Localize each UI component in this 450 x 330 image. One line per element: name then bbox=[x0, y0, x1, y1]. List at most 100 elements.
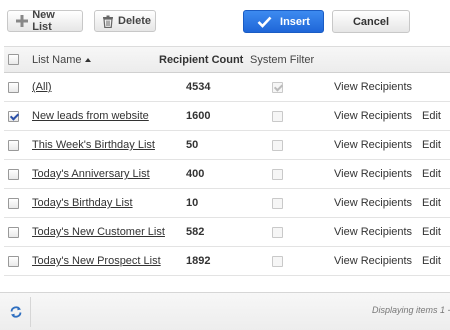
insert-button[interactable]: Insert bbox=[243, 10, 324, 33]
row-checkbox[interactable] bbox=[8, 226, 19, 238]
list-name-link[interactable]: This Week's Birthday List bbox=[32, 139, 155, 151]
recipient-count-cell: 400 bbox=[159, 160, 204, 188]
recipient-list-grid: List Name Recipient Count System Filter … bbox=[4, 46, 450, 276]
table-row[interactable]: New leads from website 1600 View Recipie… bbox=[4, 102, 450, 131]
list-name-cell: Today's Anniversary List bbox=[32, 160, 150, 188]
trash-icon bbox=[102, 14, 114, 28]
recipient-count: 10 bbox=[186, 197, 199, 209]
edit-link[interactable]: Edit bbox=[422, 255, 441, 267]
view-recipients-cell: View Recipients bbox=[334, 160, 412, 188]
recipient-count-header-label: Recipient Count bbox=[159, 53, 244, 66]
edit-cell: Edit bbox=[422, 218, 441, 246]
recipient-count: 1600 bbox=[186, 110, 211, 122]
row-select-cell bbox=[8, 102, 22, 130]
list-name-cell: This Week's Birthday List bbox=[32, 131, 155, 159]
edit-link[interactable]: Edit bbox=[422, 110, 441, 122]
list-name-link[interactable]: Today's Anniversary List bbox=[32, 168, 150, 180]
view-recipients-link[interactable]: View Recipients bbox=[334, 110, 412, 122]
row-select-cell bbox=[8, 247, 22, 275]
table-row[interactable]: Today's New Prospect List 1892 View Reci… bbox=[4, 247, 450, 276]
checkmark-icon bbox=[257, 16, 272, 28]
system-filter-cell bbox=[250, 131, 283, 159]
recipient-count: 582 bbox=[186, 226, 205, 238]
toolbar: New List Delete Insert Cancel bbox=[0, 0, 450, 44]
system-filter-header-label: System Filter bbox=[250, 53, 315, 66]
view-recipients-cell: View Recipients bbox=[334, 218, 412, 246]
view-recipients-cell: View Recipients bbox=[334, 189, 412, 217]
edit-cell: Edit bbox=[422, 131, 441, 159]
edit-link[interactable]: Edit bbox=[422, 139, 441, 151]
column-header-recipient-count[interactable]: Recipient Count bbox=[159, 47, 243, 72]
list-name-link[interactable]: (All) bbox=[32, 81, 52, 93]
system-filter-checkbox bbox=[272, 168, 283, 180]
cancel-label: Cancel bbox=[352, 15, 390, 28]
delete-button[interactable]: Delete bbox=[94, 10, 156, 32]
view-recipients-link[interactable]: View Recipients bbox=[334, 81, 412, 93]
cancel-button[interactable]: Cancel bbox=[332, 10, 410, 33]
table-row[interactable]: Today's Anniversary List 400 View Recipi… bbox=[4, 160, 450, 189]
paging-status: Displaying items 1 - 7 bbox=[372, 305, 450, 315]
list-name-cell: Today's New Customer List bbox=[32, 218, 165, 246]
view-recipients-cell: View Recipients bbox=[334, 73, 412, 101]
system-filter-cell bbox=[250, 189, 283, 217]
view-recipients-link[interactable]: View Recipients bbox=[334, 255, 412, 267]
new-list-label: New List bbox=[32, 9, 55, 33]
view-recipients-link[interactable]: View Recipients bbox=[334, 168, 412, 180]
row-checkbox[interactable] bbox=[8, 110, 19, 122]
row-checkbox[interactable] bbox=[8, 255, 19, 267]
insert-label: Insert bbox=[280, 15, 310, 28]
new-list-button[interactable]: New List bbox=[7, 9, 83, 33]
row-checkbox[interactable] bbox=[8, 168, 19, 180]
edit-link[interactable]: Edit bbox=[422, 197, 441, 209]
row-select-cell bbox=[8, 189, 22, 217]
select-all-cell bbox=[8, 47, 22, 72]
list-name-link[interactable]: Today's Birthday List bbox=[32, 197, 133, 209]
edit-cell: Edit bbox=[422, 160, 441, 188]
view-recipients-link[interactable]: View Recipients bbox=[334, 197, 412, 209]
view-recipients-link[interactable]: View Recipients bbox=[334, 226, 412, 238]
system-filter-cell bbox=[250, 160, 283, 188]
recipient-count: 400 bbox=[186, 168, 205, 180]
system-filter-cell bbox=[250, 102, 283, 130]
recipient-count-cell: 582 bbox=[159, 218, 204, 246]
table-row[interactable]: (All) 4534 View Recipients bbox=[4, 73, 450, 102]
edit-link[interactable]: Edit bbox=[422, 168, 441, 180]
recipient-count-cell: 10 bbox=[159, 189, 198, 217]
row-select-cell bbox=[8, 73, 22, 101]
view-recipients-cell: View Recipients bbox=[334, 102, 412, 130]
row-select-cell bbox=[8, 131, 22, 159]
list-name-link[interactable]: New leads from website bbox=[32, 110, 149, 122]
system-filter-checkbox bbox=[272, 81, 283, 93]
refresh-icon[interactable] bbox=[9, 305, 23, 319]
system-filter-cell bbox=[250, 247, 283, 275]
row-checkbox[interactable] bbox=[8, 139, 19, 151]
recipient-count: 50 bbox=[186, 139, 199, 151]
system-filter-checkbox bbox=[272, 197, 283, 209]
list-name-link[interactable]: Today's New Prospect List bbox=[32, 255, 161, 267]
column-header-list-name[interactable]: List Name bbox=[32, 47, 91, 72]
view-recipients-link[interactable]: View Recipients bbox=[334, 139, 412, 151]
recipient-count-cell: 4534 bbox=[159, 73, 210, 101]
recipient-count-cell: 50 bbox=[159, 131, 198, 159]
column-header-system-filter[interactable]: System Filter bbox=[250, 47, 314, 72]
list-name-cell: Today's New Prospect List bbox=[32, 247, 161, 275]
edit-link[interactable]: Edit bbox=[422, 226, 441, 238]
edit-cell: Edit bbox=[422, 102, 441, 130]
select-all-checkbox[interactable] bbox=[8, 54, 19, 65]
recipient-count-cell: 1600 bbox=[159, 102, 210, 130]
system-filter-checkbox bbox=[272, 110, 283, 122]
row-checkbox[interactable] bbox=[8, 197, 19, 209]
system-filter-checkbox bbox=[272, 139, 283, 151]
list-name-cell: New leads from website bbox=[32, 102, 149, 130]
table-row[interactable]: Today's Birthday List 10 View Recipients… bbox=[4, 189, 450, 218]
delete-label: Delete bbox=[118, 15, 152, 27]
recipient-count: 4534 bbox=[186, 81, 211, 93]
system-filter-checkbox bbox=[272, 226, 283, 238]
table-row[interactable]: Today's New Customer List 582 View Recip… bbox=[4, 218, 450, 247]
list-name-cell: Today's Birthday List bbox=[32, 189, 133, 217]
list-name-link[interactable]: Today's New Customer List bbox=[32, 226, 165, 238]
system-filter-checkbox bbox=[272, 255, 283, 267]
row-checkbox[interactable] bbox=[8, 81, 19, 93]
edit-cell: Edit bbox=[422, 247, 441, 275]
table-row[interactable]: This Week's Birthday List 50 View Recipi… bbox=[4, 131, 450, 160]
